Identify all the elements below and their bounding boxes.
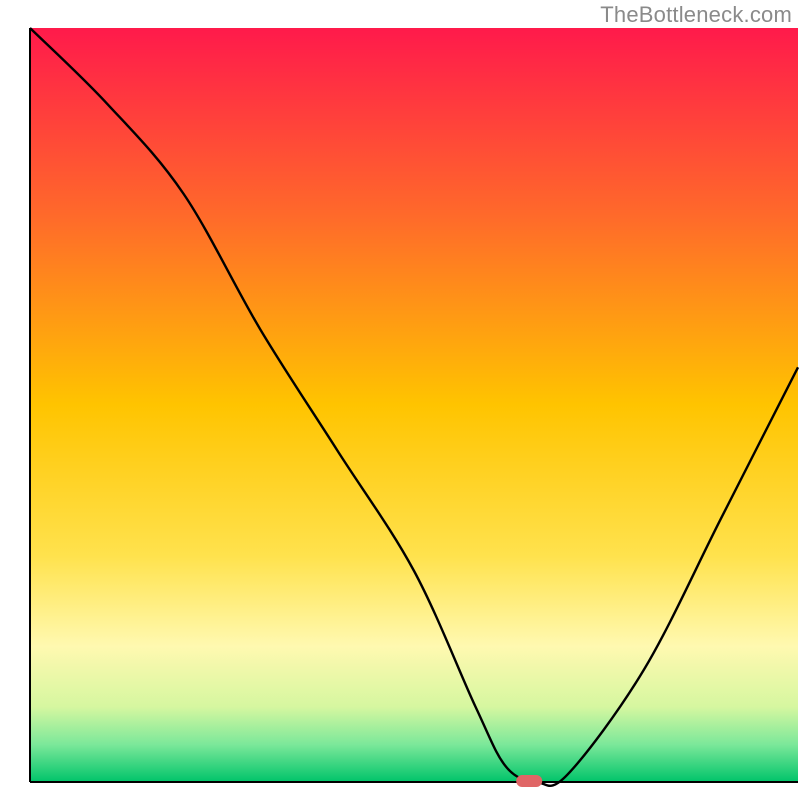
- optimal-point-marker: [516, 775, 542, 787]
- chart-stage: TheBottleneck.com: [0, 0, 800, 800]
- bottleneck-chart: [0, 0, 800, 800]
- watermark-text: TheBottleneck.com: [600, 2, 792, 28]
- plot-background: [30, 28, 798, 782]
